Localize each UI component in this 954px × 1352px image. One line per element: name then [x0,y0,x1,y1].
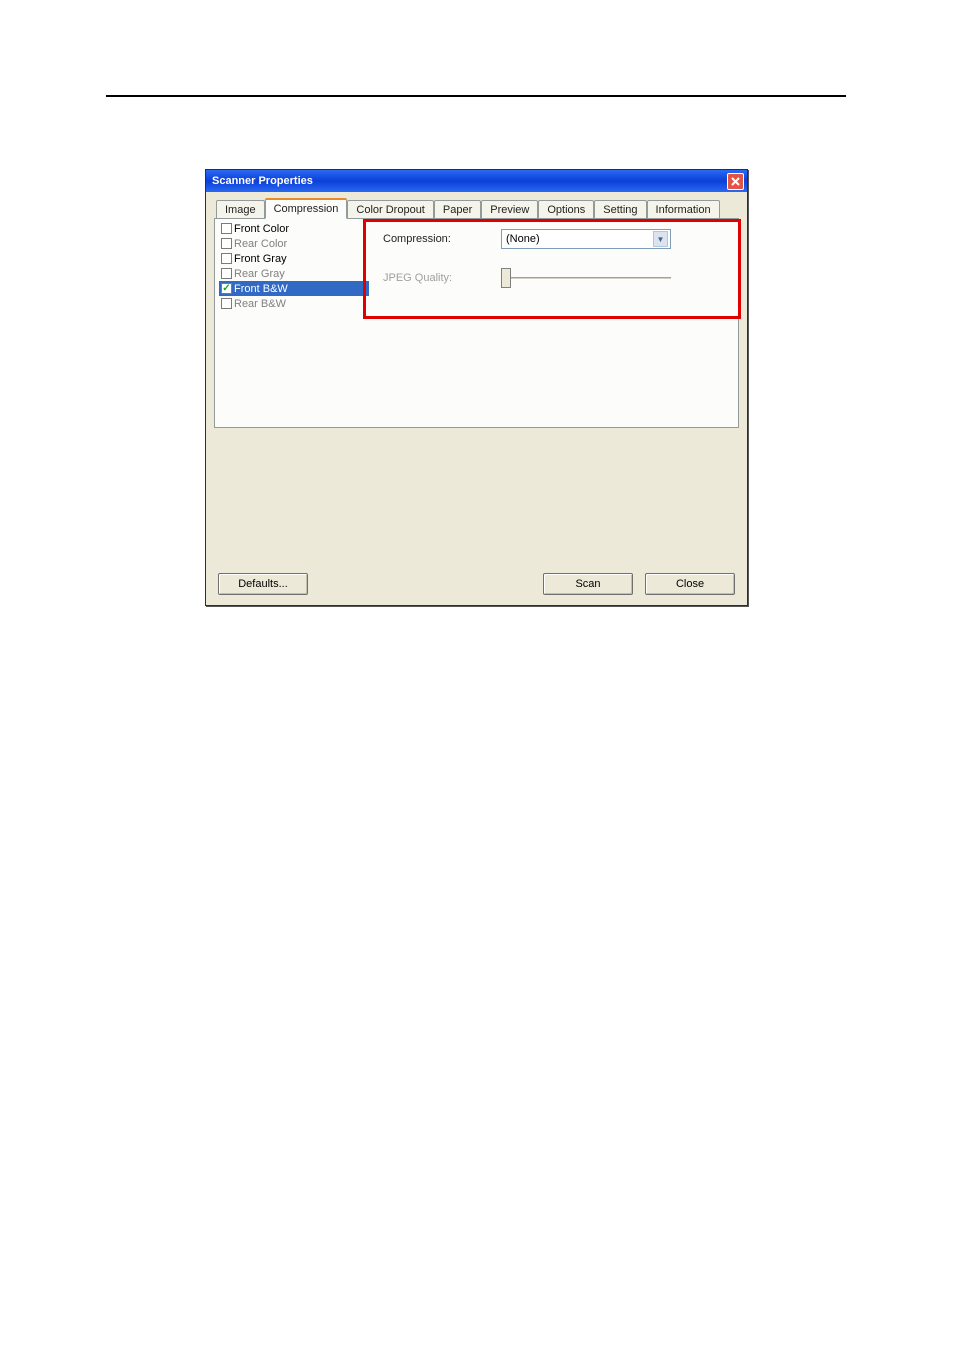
list-item-label: Rear Gray [234,268,285,280]
slider-thumb [501,268,511,288]
titlebar[interactable]: Scanner Properties [206,170,747,192]
checkbox-rear-gray[interactable] [221,268,232,279]
jpeg-quality-row: JPEG Quality: [383,267,724,289]
tab-content-panel: Front Color Rear Color Front Gray Rear G… [214,218,739,428]
tab-setting[interactable]: Setting [594,200,646,219]
compression-form: Compression: (None) ▼ JPEG Quality: [369,219,738,427]
image-selection-list[interactable]: Front Color Rear Color Front Gray Rear G… [215,219,369,427]
list-item-rear-bw[interactable]: Rear B&W [219,296,369,311]
checkbox-front-color[interactable] [221,223,232,234]
compression-row: Compression: (None) ▼ [383,229,724,249]
lower-spacer [214,428,739,573]
tab-options[interactable]: Options [538,200,594,219]
jpeg-quality-slider [501,267,671,289]
compression-value: (None) [506,233,540,245]
close-icon[interactable] [727,173,744,190]
tab-information[interactable]: Information [647,200,720,219]
scanner-properties-dialog: Scanner Properties Image Compression Col… [205,169,748,606]
list-item-rear-gray[interactable]: Rear Gray [219,266,369,281]
list-item-label: Front Color [234,223,289,235]
tab-preview[interactable]: Preview [481,200,538,219]
list-item-label: Front Gray [234,253,287,265]
close-button[interactable]: Close [645,573,735,595]
checkbox-rear-bw[interactable] [221,298,232,309]
jpeg-quality-label: JPEG Quality: [383,272,501,284]
chevron-down-icon: ▼ [653,231,668,247]
list-item-label: Front B&W [234,283,288,295]
checkbox-rear-color[interactable] [221,238,232,249]
window-title: Scanner Properties [212,175,313,187]
dialog-button-row: Defaults... Scan Close [214,573,739,595]
slider-track [501,277,671,280]
tab-color-dropout[interactable]: Color Dropout [347,200,433,219]
page-divider [106,95,846,97]
tab-image[interactable]: Image [216,200,265,219]
list-item-rear-color[interactable]: Rear Color [219,236,369,251]
list-item-label: Rear B&W [234,298,286,310]
compression-label: Compression: [383,233,501,245]
checkbox-front-bw[interactable] [221,283,232,294]
checkbox-front-gray[interactable] [221,253,232,264]
list-item-front-gray[interactable]: Front Gray [219,251,369,266]
tab-paper[interactable]: Paper [434,200,481,219]
dialog-body: Image Compression Color Dropout Paper Pr… [206,192,747,605]
list-item-label: Rear Color [234,238,287,250]
tabstrip: Image Compression Color Dropout Paper Pr… [216,198,739,219]
defaults-button[interactable]: Defaults... [218,573,308,595]
tab-compression[interactable]: Compression [265,198,348,219]
scan-button[interactable]: Scan [543,573,633,595]
compression-dropdown[interactable]: (None) ▼ [501,229,671,249]
list-item-front-bw[interactable]: Front B&W [219,281,369,296]
list-item-front-color[interactable]: Front Color [219,221,369,236]
